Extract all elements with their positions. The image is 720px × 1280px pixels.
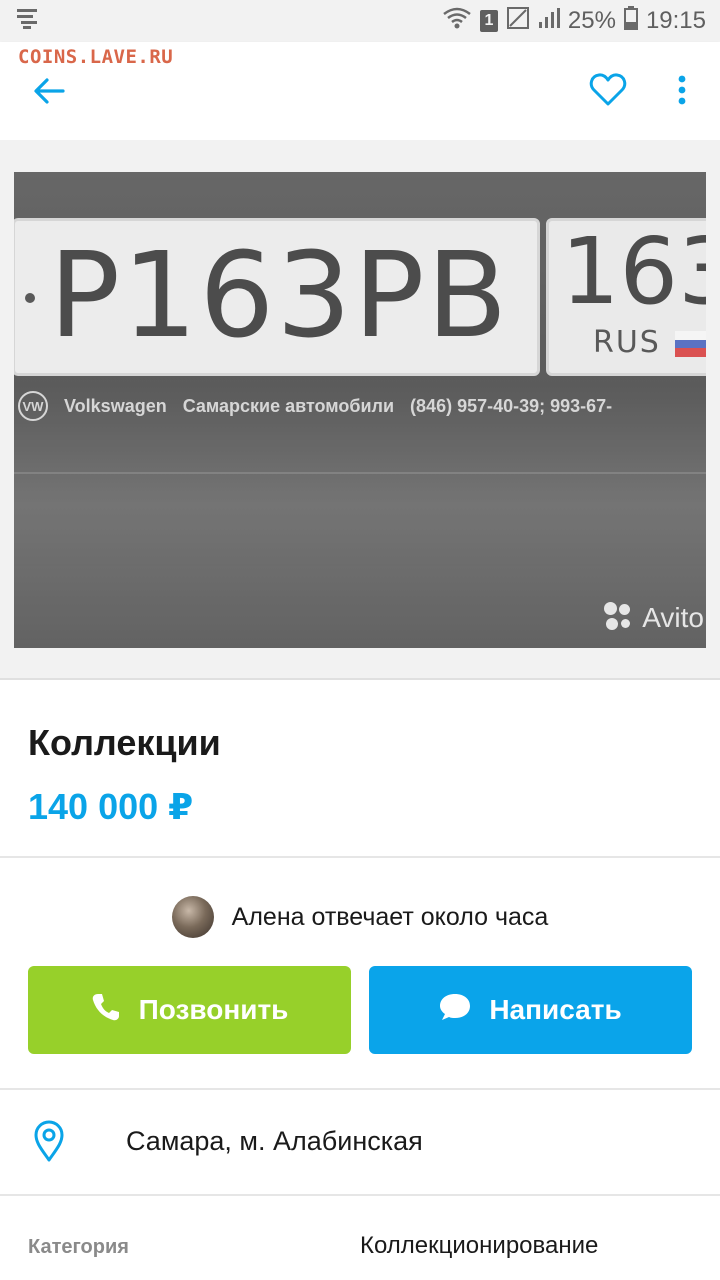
- wifi-icon: [442, 6, 472, 37]
- battery-percent: 25%: [567, 7, 616, 34]
- avito-logo-icon: [604, 602, 636, 634]
- app-bar: COINS.LAVE.RU: [0, 42, 720, 140]
- photo-gallery[interactable]: P163PB 163 RUS VW Volkswagen Самарские а…: [0, 140, 720, 680]
- sim-badge-icon: 1: [479, 10, 498, 32]
- location-pin-icon: [32, 1120, 66, 1162]
- signal-icon: [538, 6, 560, 37]
- back-button[interactable]: [26, 70, 72, 116]
- avito-watermark: Avito: [604, 602, 704, 634]
- clock: 19:15: [645, 7, 706, 34]
- phone-icon: [91, 992, 121, 1029]
- battery-icon: [623, 5, 638, 37]
- listing-photo[interactable]: P163PB 163 RUS VW Volkswagen Самарские а…: [14, 172, 706, 648]
- category-value: Коллекционирование: [360, 1232, 599, 1259]
- notification-menu-icon: [14, 5, 40, 38]
- seller-avatar[interactable]: [171, 896, 214, 938]
- location-text: Самара, м. Алабинская: [126, 1126, 423, 1156]
- site-watermark: COINS.LAVE.RU: [18, 46, 174, 68]
- more-vertical-icon: [678, 75, 686, 110]
- listing-price: 140 000 ₽: [28, 786, 194, 827]
- arrow-left-icon: [33, 77, 65, 110]
- category-label: Категория: [28, 1236, 129, 1258]
- more-options-button[interactable]: [660, 68, 704, 116]
- no-signal-icon: [506, 6, 530, 37]
- seller-info[interactable]: Алена отвечает около часа: [0, 894, 720, 940]
- listing-title: Коллекции: [28, 722, 221, 763]
- heart-icon: [589, 72, 627, 112]
- seller-response-time: Алена отвечает около часа: [231, 902, 549, 931]
- location-row[interactable]: Самара, м. Алабинская: [0, 1092, 720, 1196]
- seller-section: Алена отвечает около часа Позвонить Напи…: [0, 860, 720, 1090]
- call-button[interactable]: Позвонить: [28, 966, 351, 1054]
- status-bar: 1 25% 19:15: [0, 0, 720, 42]
- listing-header: Коллекции 140 000 ₽: [0, 682, 720, 858]
- photo-overlay: [14, 172, 706, 648]
- write-message-button[interactable]: Написать: [369, 966, 692, 1054]
- category-row: Категория Коллекционирование: [0, 1198, 720, 1280]
- chat-bubble-icon: [439, 992, 471, 1029]
- write-label: Написать: [489, 994, 622, 1025]
- avito-label: Avito: [642, 602, 704, 633]
- call-label: Позвонить: [138, 994, 289, 1025]
- favorite-button[interactable]: [584, 68, 632, 116]
